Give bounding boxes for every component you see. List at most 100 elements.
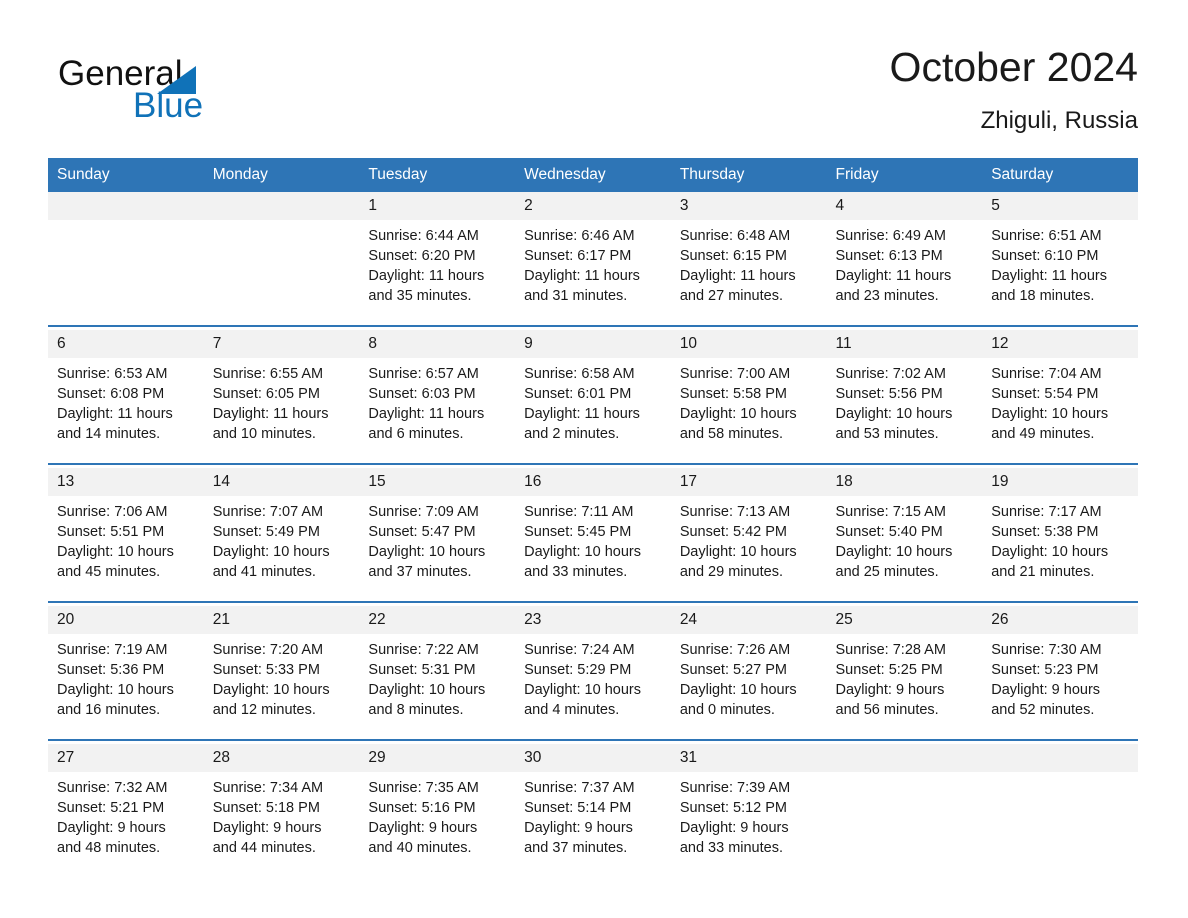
day-cell-detail[interactable]: Sunrise: 7:02 AM Sunset: 5:56 PM Dayligh… [826, 358, 983, 450]
day-cell-detail[interactable]: Sunrise: 7:04 AM Sunset: 5:54 PM Dayligh… [982, 358, 1138, 450]
sunrise-text: Sunrise: 6:57 AM [368, 366, 479, 382]
day-cell-number[interactable]: 30 [515, 744, 671, 772]
day-cell-detail[interactable]: Sunrise: 6:55 AM Sunset: 6:05 PM Dayligh… [203, 358, 360, 450]
day-cell-detail[interactable] [48, 220, 204, 312]
day-cell-number[interactable]: 24 [670, 606, 827, 634]
day-number: 21 [212, 611, 230, 628]
day-cell-number[interactable]: 29 [359, 744, 516, 772]
day-cell-detail[interactable]: Sunrise: 7:17 AM Sunset: 5:38 PM Dayligh… [982, 496, 1138, 588]
weekday-header-monday: Monday [203, 158, 360, 192]
day-cell-number[interactable]: 14 [203, 468, 360, 496]
day-cell-number[interactable]: 4 [826, 192, 983, 220]
day-cell-number[interactable] [203, 192, 360, 220]
day-cell-detail[interactable]: Sunrise: 7:09 AM Sunset: 5:47 PM Dayligh… [359, 496, 516, 588]
day-cell-number[interactable]: 22 [359, 606, 516, 634]
day-cell-number[interactable]: 17 [670, 468, 827, 496]
day-cell-number[interactable]: 20 [48, 606, 204, 634]
day-cell-number[interactable]: 10 [670, 330, 827, 358]
daylight-text-line1: Daylight: 10 hours [991, 406, 1109, 422]
day-cell-detail[interactable]: Sunrise: 7:35 AM Sunset: 5:16 PM Dayligh… [359, 772, 516, 864]
day-cell-detail[interactable]: Sunrise: 6:49 AM Sunset: 6:13 PM Dayligh… [826, 220, 983, 312]
day-cell-number[interactable]: 25 [826, 606, 983, 634]
day-cell-detail[interactable]: Sunrise: 7:28 AM Sunset: 5:25 PM Dayligh… [826, 634, 983, 726]
day-cell-number[interactable] [826, 744, 983, 772]
day-cell-number[interactable] [48, 192, 204, 220]
sunrise-text: Sunrise: 6:58 AM [524, 366, 635, 382]
day-number: 6 [57, 335, 66, 352]
day-cell-detail[interactable]: Sunrise: 7:32 AM Sunset: 5:21 PM Dayligh… [48, 772, 204, 864]
day-cell-number[interactable]: 3 [670, 192, 827, 220]
day-cell-detail[interactable]: Sunrise: 6:58 AM Sunset: 6:01 PM Dayligh… [515, 358, 671, 450]
day-cell-detail[interactable] [826, 772, 983, 864]
day-cell-detail[interactable]: Sunrise: 7:06 AM Sunset: 5:51 PM Dayligh… [48, 496, 204, 588]
day-cell-number[interactable]: 26 [982, 606, 1138, 634]
day-cell-number[interactable]: 1 [359, 192, 516, 220]
day-detail: Sunrise: 7:09 AM Sunset: 5:47 PM Dayligh… [368, 502, 507, 582]
daylight-text-line2: and 41 minutes. [212, 564, 316, 580]
day-cell-detail[interactable]: Sunrise: 6:57 AM Sunset: 6:03 PM Dayligh… [359, 358, 516, 450]
day-cell-number[interactable]: 8 [359, 330, 516, 358]
day-cell-detail[interactable]: Sunrise: 7:20 AM Sunset: 5:33 PM Dayligh… [203, 634, 360, 726]
day-cell-number[interactable]: 27 [48, 744, 204, 772]
day-cell-detail[interactable]: Sunrise: 7:26 AM Sunset: 5:27 PM Dayligh… [670, 634, 827, 726]
day-cell-detail[interactable]: Sunrise: 7:11 AM Sunset: 5:45 PM Dayligh… [515, 496, 671, 588]
sunset-text: Sunset: 6:17 PM [524, 248, 632, 264]
day-cell-detail[interactable]: Sunrise: 7:34 AM Sunset: 5:18 PM Dayligh… [203, 772, 360, 864]
daylight-text-line2: and 35 minutes. [368, 288, 472, 304]
day-cell-number[interactable]: 5 [982, 192, 1138, 220]
day-cell-detail[interactable]: Sunrise: 6:51 AM Sunset: 6:10 PM Dayligh… [982, 220, 1138, 312]
day-cell-number[interactable]: 15 [359, 468, 516, 496]
day-cell-number[interactable]: 28 [203, 744, 360, 772]
daylight-text-line2: and 33 minutes. [524, 564, 628, 580]
week-2-detail-row: Sunrise: 6:53 AM Sunset: 6:08 PM Dayligh… [48, 358, 1138, 450]
day-cell-number[interactable]: 31 [670, 744, 827, 772]
day-cell-detail[interactable]: Sunrise: 7:24 AM Sunset: 5:29 PM Dayligh… [515, 634, 671, 726]
daylight-text-line2: and 0 minutes. [679, 702, 775, 718]
sunset-text: Sunset: 6:15 PM [679, 248, 788, 264]
day-cell-detail[interactable] [982, 772, 1138, 864]
day-cell-detail[interactable] [203, 220, 360, 312]
day-cell-detail[interactable]: Sunrise: 7:07 AM Sunset: 5:49 PM Dayligh… [203, 496, 360, 588]
day-cell-number[interactable]: 23 [515, 606, 671, 634]
day-cell-detail[interactable]: Sunrise: 7:19 AM Sunset: 5:36 PM Dayligh… [48, 634, 204, 726]
day-cell-number[interactable]: 16 [515, 468, 671, 496]
day-number: 23 [524, 611, 542, 628]
weekday-header-friday: Friday [826, 158, 983, 192]
daylight-text-line2: and 21 minutes. [991, 564, 1095, 580]
day-cell-number[interactable]: 18 [826, 468, 983, 496]
day-cell-detail[interactable]: Sunrise: 6:48 AM Sunset: 6:15 PM Dayligh… [670, 220, 827, 312]
calendar-page: General Blue October 2024 Zhiguli, Russi… [0, 0, 1188, 918]
day-cell-number[interactable]: 9 [515, 330, 671, 358]
day-cell-number[interactable]: 21 [203, 606, 360, 634]
day-cell-detail[interactable]: Sunrise: 6:44 AM Sunset: 6:20 PM Dayligh… [359, 220, 516, 312]
day-cell-number[interactable]: 13 [48, 468, 204, 496]
daylight-text-line1: Daylight: 10 hours [524, 682, 641, 698]
day-cell-number[interactable]: 19 [982, 468, 1138, 496]
day-cell-number[interactable]: 11 [826, 330, 983, 358]
day-cell-detail[interactable]: Sunrise: 6:46 AM Sunset: 6:17 PM Dayligh… [515, 220, 671, 312]
day-cell-number[interactable]: 6 [48, 330, 204, 358]
day-cell-detail[interactable]: Sunrise: 7:13 AM Sunset: 5:42 PM Dayligh… [670, 496, 827, 588]
sunrise-text: Sunrise: 6:49 AM [835, 228, 946, 244]
week-3-daynum-row: 13 14 15 16 17 18 19 [48, 468, 1138, 496]
sunrise-text: Sunrise: 7:19 AM [57, 642, 168, 658]
day-cell-detail[interactable]: Sunrise: 7:15 AM Sunset: 5:40 PM Dayligh… [826, 496, 983, 588]
day-number: 11 [835, 335, 852, 352]
day-cell-number[interactable]: 12 [982, 330, 1138, 358]
daylight-text-line1: Daylight: 10 hours [991, 544, 1109, 560]
day-cell-detail[interactable]: Sunrise: 7:30 AM Sunset: 5:23 PM Dayligh… [982, 634, 1138, 726]
day-cell-detail[interactable]: Sunrise: 7:39 AM Sunset: 5:12 PM Dayligh… [670, 772, 827, 864]
day-cell-number[interactable]: 2 [515, 192, 671, 220]
day-cell-detail[interactable]: Sunrise: 7:22 AM Sunset: 5:31 PM Dayligh… [359, 634, 516, 726]
sunset-text: Sunset: 6:13 PM [835, 248, 943, 264]
day-cell-number[interactable]: 7 [203, 330, 360, 358]
day-cell-detail[interactable]: Sunrise: 6:53 AM Sunset: 6:08 PM Dayligh… [48, 358, 204, 450]
page-title: October 2024 [889, 44, 1138, 90]
general-blue-logo[interactable]: General Blue [58, 54, 258, 128]
week-1-daynum-row: 1 2 3 4 5 [48, 192, 1138, 220]
day-number: 8 [368, 335, 378, 352]
day-cell-number[interactable] [982, 744, 1138, 772]
day-number: 19 [991, 473, 1009, 490]
day-cell-detail[interactable]: Sunrise: 7:37 AM Sunset: 5:14 PM Dayligh… [515, 772, 671, 864]
day-cell-detail[interactable]: Sunrise: 7:00 AM Sunset: 5:58 PM Dayligh… [670, 358, 827, 450]
